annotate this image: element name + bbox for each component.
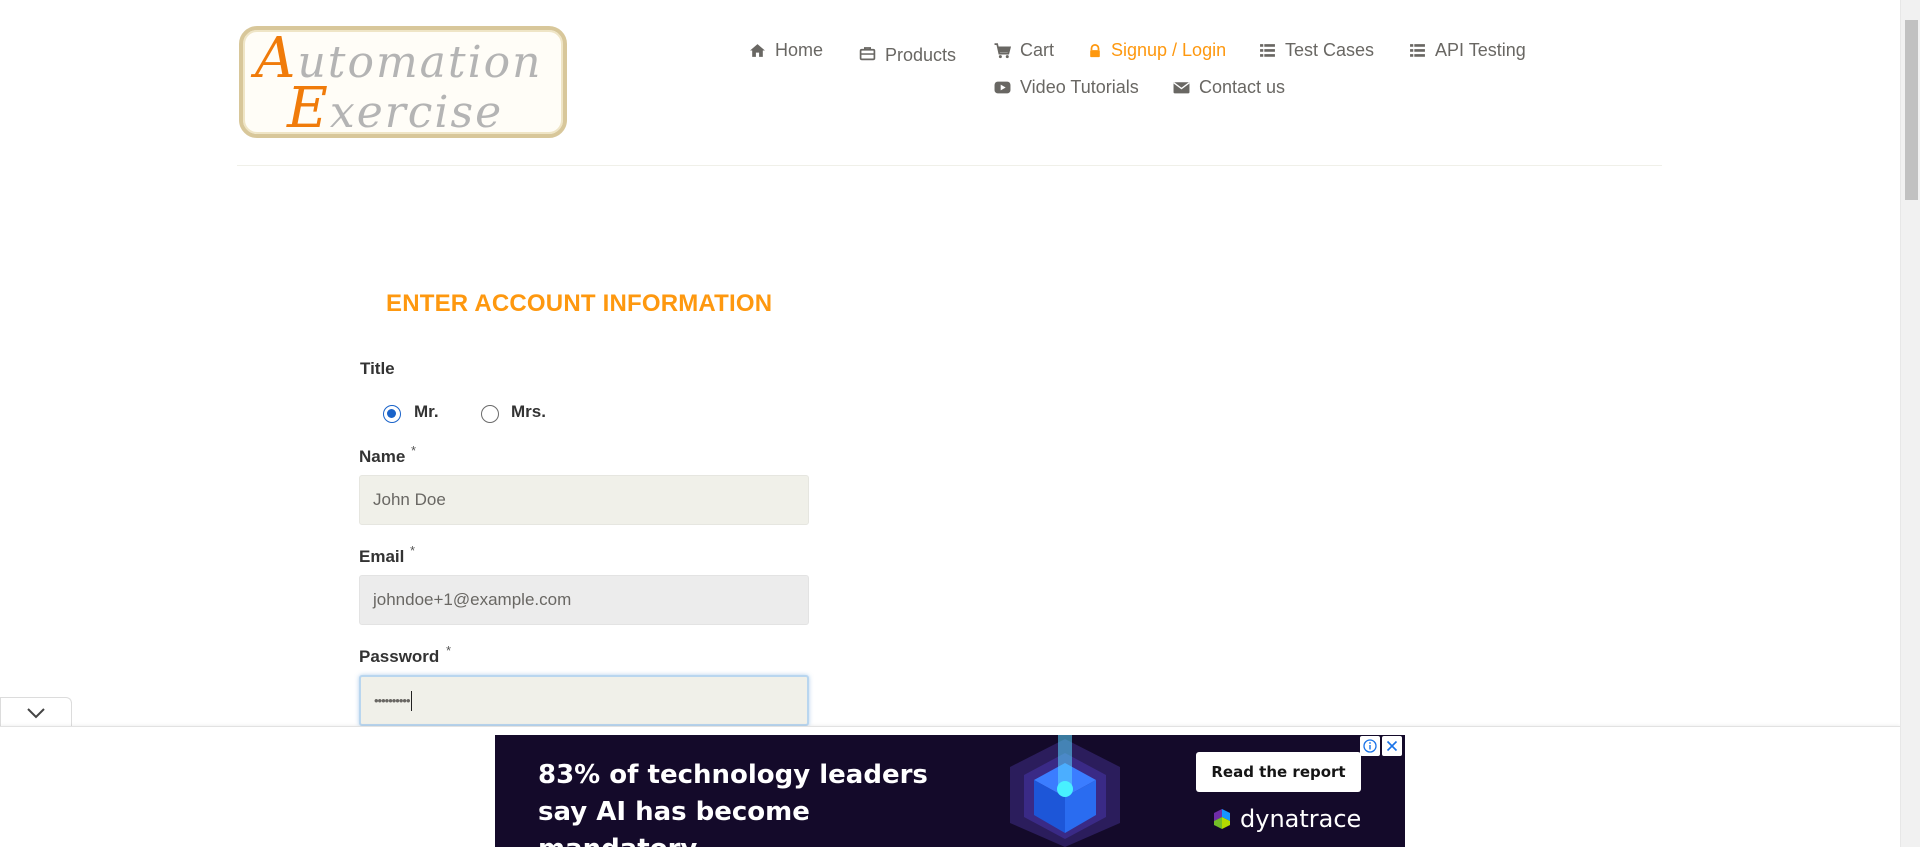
title-mr-label[interactable]: Mr.	[414, 402, 439, 422]
title-mr-radio[interactable]	[383, 405, 401, 423]
ad-close-icon[interactable]	[1382, 736, 1402, 756]
ad-brand: dynatrace	[1210, 805, 1361, 833]
email-field[interactable]: johndoe+1@example.com	[359, 575, 809, 625]
nav-products[interactable]: Products	[859, 41, 956, 66]
page: Automation Exercise Home Products Cart S…	[0, 0, 1900, 847]
logo-line-2: Exercise	[287, 76, 503, 141]
ad-banner[interactable]: 83% of technology leaders say AI has bec…	[495, 735, 1405, 847]
list-icon	[1410, 44, 1425, 57]
site-logo[interactable]: Automation Exercise	[239, 26, 567, 141]
title-mrs-radio[interactable]	[481, 405, 499, 423]
nav-signup-login-label: Signup / Login	[1111, 40, 1227, 60]
nav-video-tutorials[interactable]: Video Tutorials	[994, 77, 1139, 98]
name-required-mark: *	[411, 443, 417, 458]
nav-contact-us[interactable]: Contact us	[1173, 77, 1285, 98]
password-field[interactable]: ••••••••••	[359, 675, 809, 726]
name-label: Name	[359, 447, 406, 466]
home-icon	[750, 44, 765, 57]
nav-contact-us-label: Contact us	[1199, 77, 1286, 97]
cart-icon	[994, 43, 1011, 59]
nav-test-cases[interactable]: Test Cases	[1259, 40, 1374, 61]
nav-home-label: Home	[775, 40, 824, 60]
page-scrollbar[interactable]	[1900, 0, 1920, 847]
nav-api-testing-label: API Testing	[1435, 40, 1526, 60]
nav-products-label: Products	[885, 45, 957, 65]
list-icon	[1260, 44, 1275, 57]
logo-text-2: xercise	[329, 87, 504, 138]
briefcase-icon	[859, 47, 876, 61]
nav-home[interactable]: Home	[749, 40, 823, 61]
scrollbar-thumb[interactable]	[1905, 20, 1918, 200]
nav-test-cases-label: Test Cases	[1285, 40, 1375, 60]
ad-headline: 83% of technology leaders say AI has bec…	[538, 760, 928, 847]
envelope-icon	[1173, 82, 1190, 94]
nav-cart-label: Cart	[1020, 40, 1055, 60]
dynatrace-logo-icon	[1214, 809, 1230, 829]
text-caret	[410, 690, 412, 711]
header-divider	[237, 165, 1662, 166]
youtube-play-icon	[994, 81, 1011, 94]
password-label: Password	[359, 647, 440, 666]
email-required-mark: *	[410, 543, 416, 558]
ad-read-report-button[interactable]: Read the report	[1196, 752, 1361, 792]
password-required-mark: *	[446, 643, 452, 658]
logo-cap-e: E	[287, 76, 330, 141]
ad-info-icon[interactable]	[1360, 736, 1380, 756]
nav-video-tutorials-label: Video Tutorials	[1020, 77, 1139, 97]
title-mrs-label[interactable]: Mrs.	[511, 402, 546, 422]
name-field[interactable]: John Doe	[359, 475, 809, 525]
title-label: Title	[360, 359, 395, 378]
email-field-value: johndoe+1@example.com	[373, 590, 572, 609]
nav-cart[interactable]: Cart	[994, 40, 1054, 61]
ad-brand-name: dynatrace	[1240, 805, 1362, 833]
password-field-value: ••••••••••	[374, 693, 411, 708]
nav-api-testing[interactable]: API Testing	[1409, 40, 1526, 61]
ad-collapse-tab[interactable]	[0, 697, 72, 727]
form-heading: ENTER ACCOUNT INFORMATION	[386, 290, 773, 317]
ad-cube-graphic	[1010, 735, 1120, 847]
nav-signup-login[interactable]: Signup / Login	[1088, 40, 1226, 61]
chevron-down-icon	[27, 707, 45, 718]
email-label: Email	[359, 547, 405, 566]
name-field-value: John Doe	[373, 490, 446, 509]
lock-icon	[1090, 43, 1100, 57]
